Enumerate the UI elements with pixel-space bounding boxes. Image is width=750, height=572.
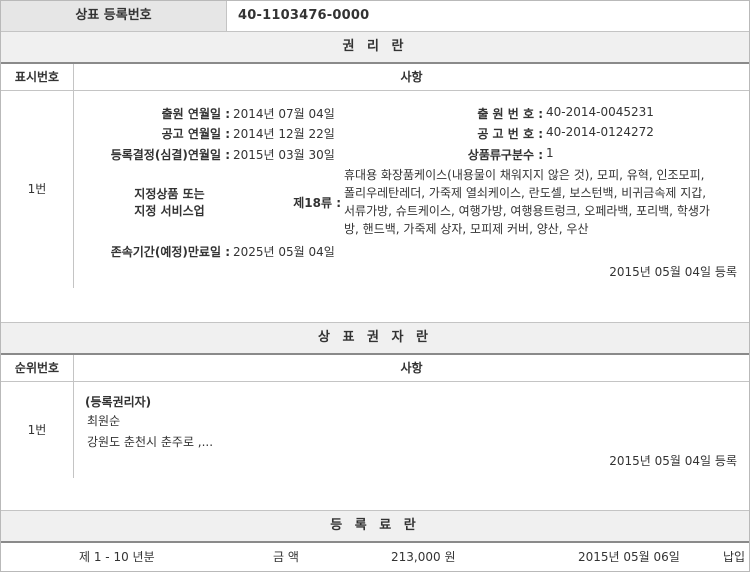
rights-row-number: 1번: [1, 91, 74, 288]
display-number-header: 표시번호: [1, 64, 74, 90]
goods-line: 방, 핸드백, 가죽제 상자, 모피제 커버, 양산, 우산: [344, 222, 589, 236]
publication-date-value: 2014년 12월 22일: [233, 127, 335, 141]
owner-row-number: 1번: [1, 382, 74, 478]
rights-registered-date: 2015년 05월 04일 등록: [609, 265, 737, 279]
owner-address: 강원도 춘천시 춘주로 ,...: [87, 435, 214, 449]
fee-amount-label: 금 액: [273, 550, 299, 564]
designated-goods-label: 지정상품 또는 지정 서비스업: [111, 186, 228, 220]
registration-number-value: 40-1103476-0000: [238, 8, 370, 23]
rights-column-header: 표시번호 사항: [1, 64, 749, 91]
publication-number-value: 40-2014-0124272: [546, 125, 654, 139]
expiry-date-value: 2025년 05월 04일: [233, 245, 335, 259]
registration-decision-value: 2015년 03월 30일: [233, 148, 335, 162]
fee-status: 납입: [723, 550, 746, 564]
goods-line: 서류가방, 슈트케이스, 여행가방, 여행용트렁크, 오페라백, 포리백, 학생…: [344, 204, 710, 218]
fee-amount: 213,000 원: [391, 550, 456, 564]
owner-content-header: 사항: [400, 361, 423, 375]
owner-name: 최원순: [87, 414, 121, 428]
registration-decision-label: 등록결정(심결)연월일 :: [110, 148, 230, 162]
rank-number-header: 순위번호: [1, 355, 74, 381]
publication-date-label: 공고 연월일 :: [161, 127, 230, 141]
application-number-label: 출 원 번 호 :: [477, 107, 543, 121]
designated-goods-label-line2: 지정 서비스업: [134, 204, 205, 218]
owner-role: (등록권리자): [85, 395, 152, 409]
designated-goods-list: 휴대용 화장품케이스(내용물이 채워지지 않은 것), 모피, 유혁, 인조모피…: [344, 166, 744, 238]
owner-registered-date: 2015년 05월 04일 등록: [609, 454, 737, 468]
application-date-value: 2014년 07월 04일: [233, 107, 335, 121]
trademark-register-page: 상표 등록번호 40-1103476-0000 권 리 란 표시번호 사항 1번…: [0, 0, 750, 572]
designated-goods-label-line1: 지정상품 또는: [134, 187, 205, 201]
owner-column-header: 순위번호 사항: [1, 355, 749, 382]
class-label: 제18류 :: [293, 196, 341, 210]
rights-section-title: 권 리 란: [1, 31, 749, 64]
registration-number-label: 상표 등록번호: [1, 1, 227, 31]
owner-section-title: 상 표 권 자 란: [1, 322, 749, 355]
fee-payment-date: 2015년 05월 06일: [578, 550, 680, 564]
class-count-value: 1: [546, 146, 554, 160]
goods-line: 폴리우레탄레더, 가죽제 열쇠케이스, 란도셀, 보스턴백, 비귀금속제 지갑,: [344, 186, 707, 200]
registration-number-row: 상표 등록번호 40-1103476-0000: [1, 1, 749, 32]
application-number-value: 40-2014-0045231: [546, 105, 654, 119]
expiry-date-label: 존속기간(예정)만료일 :: [110, 245, 230, 259]
publication-number-label: 공 고 번 호 :: [477, 127, 543, 141]
content-header: 사항: [400, 70, 423, 84]
goods-line: 휴대용 화장품케이스(내용물이 채워지지 않은 것), 모피, 유혁, 인조모피…: [344, 168, 705, 182]
fee-section-title: 등 록 료 란: [1, 510, 749, 543]
class-count-label: 상품류구분수 :: [467, 148, 543, 162]
fee-period: 제 1 - 10 년분: [79, 550, 155, 564]
application-date-label: 출원 연월일 :: [161, 107, 230, 121]
